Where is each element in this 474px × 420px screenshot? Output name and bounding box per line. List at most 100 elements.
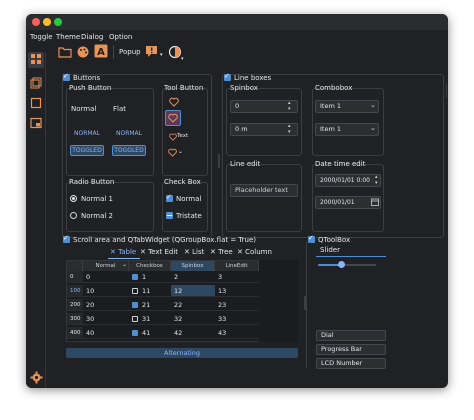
chevron-down-icon[interactable]: ⌄ bbox=[178, 148, 183, 155]
row-header[interactable]: 0 bbox=[67, 271, 83, 283]
row-header[interactable]: 400 bbox=[67, 327, 83, 339]
column-header[interactable]: LineEdit bbox=[215, 261, 259, 271]
toggled-flat-button[interactable]: TOGGLED bbox=[112, 145, 146, 156]
table-cell-normal[interactable]: 20 bbox=[83, 299, 129, 311]
chevron-down-icon[interactable]: ⌄ bbox=[370, 101, 376, 109]
row-checkbox[interactable] bbox=[132, 302, 138, 308]
menu-option[interactable]: Option bbox=[109, 33, 132, 41]
sidebar-dock-button[interactable] bbox=[28, 76, 44, 92]
table-cell-checkbox[interactable]: 1 bbox=[129, 271, 171, 283]
font-icon[interactable]: A bbox=[94, 44, 108, 60]
row-checkbox[interactable] bbox=[132, 316, 138, 322]
tab-tree[interactable]: ✕ Tree bbox=[210, 248, 233, 256]
tab-column[interactable]: ✕ Column bbox=[237, 248, 272, 256]
svg-text:A: A bbox=[97, 47, 105, 58]
row-header[interactable]: 100 bbox=[67, 285, 83, 297]
table-cell-normal[interactable]: 10 bbox=[83, 285, 129, 297]
close-window-button[interactable] bbox=[32, 18, 40, 26]
datetime-arrows[interactable]: ▴ ▾ bbox=[375, 174, 378, 186]
row-header[interactable]: 200 bbox=[67, 299, 83, 311]
splitter-handle[interactable] bbox=[446, 84, 447, 98]
tab-table[interactable]: ✕ Table bbox=[110, 248, 136, 256]
buttons-group-checkbox[interactable] bbox=[63, 72, 70, 81]
scroll-area-checkbox[interactable] bbox=[63, 234, 70, 243]
popup-button[interactable]: Popup bbox=[119, 48, 141, 56]
tab-text-edit[interactable]: ✕ Text Edit bbox=[140, 248, 178, 256]
toolbox-lcd-tab[interactable]: LCD Number bbox=[316, 358, 386, 369]
line-boxes-checkbox[interactable] bbox=[224, 72, 231, 81]
toolbox-dial-tab[interactable]: Dial bbox=[316, 330, 386, 341]
row-checkbox[interactable] bbox=[132, 330, 138, 336]
heart-icon[interactable] bbox=[168, 148, 177, 159]
contrast-icon[interactable] bbox=[168, 45, 182, 61]
main-window: Toggle Theme Dialog Option A Popup ▾ ▾ ✓… bbox=[26, 14, 448, 388]
toolbox-progress-tab[interactable]: Progress Bar bbox=[316, 344, 386, 355]
table-cell-spinbox[interactable]: 12 bbox=[171, 285, 215, 297]
splitter-handle[interactable] bbox=[304, 296, 306, 310]
chevron-down-icon[interactable]: ▾ bbox=[160, 52, 163, 58]
qtoolbox-checkbox[interactable] bbox=[308, 234, 315, 243]
table-cell-spinbox[interactable]: 22 bbox=[171, 299, 215, 311]
table-cell-lineedit[interactable]: 23 bbox=[215, 299, 259, 311]
table-cell-lineedit[interactable]: 43 bbox=[215, 327, 259, 339]
tab-list[interactable]: ✕ List bbox=[184, 248, 204, 256]
sidebar-widgets-button[interactable] bbox=[28, 52, 44, 68]
table-corner[interactable] bbox=[67, 261, 83, 271]
table-cell-lineedit[interactable]: 13 bbox=[215, 285, 259, 297]
heart-icon[interactable] bbox=[169, 97, 179, 109]
table-cell-spinbox[interactable]: 42 bbox=[171, 327, 215, 339]
normal-button[interactable]: Normal bbox=[71, 105, 96, 113]
slider[interactable] bbox=[318, 261, 376, 268]
tool-button-text[interactable]: Text bbox=[177, 133, 188, 139]
table-scroll-region[interactable] bbox=[259, 260, 298, 342]
line-edit-input[interactable]: Placeholder text bbox=[230, 184, 298, 197]
table-cell-checkbox[interactable]: 21 bbox=[129, 299, 171, 311]
heart-icon[interactable] bbox=[169, 133, 177, 143]
toolbox-slider-tab[interactable]: Slider bbox=[320, 246, 340, 254]
table-cell-lineedit[interactable]: 33 bbox=[215, 313, 259, 325]
folder-icon[interactable] bbox=[58, 46, 72, 60]
minimize-window-button[interactable] bbox=[43, 18, 51, 26]
sidebar-mdi-button[interactable] bbox=[28, 116, 44, 132]
alternating-button[interactable]: Alternating bbox=[66, 348, 298, 358]
checkbox-tristate[interactable] bbox=[166, 212, 173, 219]
splitter-handle[interactable] bbox=[218, 154, 220, 168]
row-header[interactable]: 300 bbox=[67, 313, 83, 325]
calendar-icon[interactable] bbox=[371, 198, 379, 208]
menu-dialog[interactable]: Dialog bbox=[81, 33, 103, 41]
table-cell-checkbox[interactable]: 31 bbox=[129, 313, 171, 325]
heart-toggled-button[interactable] bbox=[165, 110, 181, 126]
spinbox-unit-arrows[interactable]: ▴ ▾ bbox=[288, 123, 291, 135]
maximize-window-button[interactable] bbox=[54, 18, 62, 26]
column-header[interactable]: Spinbox bbox=[171, 261, 215, 271]
check-box-group bbox=[162, 182, 208, 232]
sidebar-settings-button[interactable] bbox=[28, 370, 44, 386]
chevron-down-icon[interactable]: ▾ bbox=[181, 56, 184, 62]
table-cell-spinbox[interactable]: 32 bbox=[171, 313, 215, 325]
table-cell-lineedit[interactable]: 3 bbox=[215, 271, 259, 283]
table-cell-normal[interactable]: 40 bbox=[83, 327, 129, 339]
chevron-down-icon[interactable]: ⌄ bbox=[370, 124, 376, 132]
sidebar-frame-button[interactable] bbox=[28, 96, 44, 112]
menu-toggle[interactable]: Toggle bbox=[30, 33, 53, 41]
column-header[interactable]: Checkbox bbox=[129, 261, 171, 271]
normal-caps-flat-button[interactable]: NORMAL bbox=[112, 128, 146, 139]
toggled-button[interactable]: TOGGLED bbox=[70, 145, 104, 156]
table-cell-normal[interactable]: 0 bbox=[83, 271, 129, 283]
palette-icon[interactable] bbox=[76, 45, 90, 61]
normal-caps-button[interactable]: NORMAL bbox=[70, 128, 104, 139]
table-cell-normal[interactable]: 30 bbox=[83, 313, 129, 325]
table-cell-checkbox[interactable]: 41 bbox=[129, 327, 171, 339]
alert-icon[interactable] bbox=[144, 44, 160, 62]
table-cell-spinbox[interactable]: 2 bbox=[171, 271, 215, 283]
flat-button[interactable]: Flat bbox=[113, 105, 126, 113]
table-cell-checkbox[interactable]: 11 bbox=[129, 285, 171, 297]
row-checkbox[interactable] bbox=[132, 288, 138, 294]
checkbox-normal[interactable] bbox=[166, 193, 173, 202]
radio-normal-2[interactable] bbox=[70, 212, 77, 219]
spinbox-arrows[interactable]: ▴ ▾ bbox=[288, 100, 291, 112]
row-checkbox[interactable] bbox=[132, 274, 138, 280]
datetime-input[interactable]: 2000/01/01 0:00 bbox=[315, 174, 381, 187]
menu-theme[interactable]: Theme bbox=[56, 33, 80, 41]
slider-handle[interactable] bbox=[337, 261, 345, 268]
